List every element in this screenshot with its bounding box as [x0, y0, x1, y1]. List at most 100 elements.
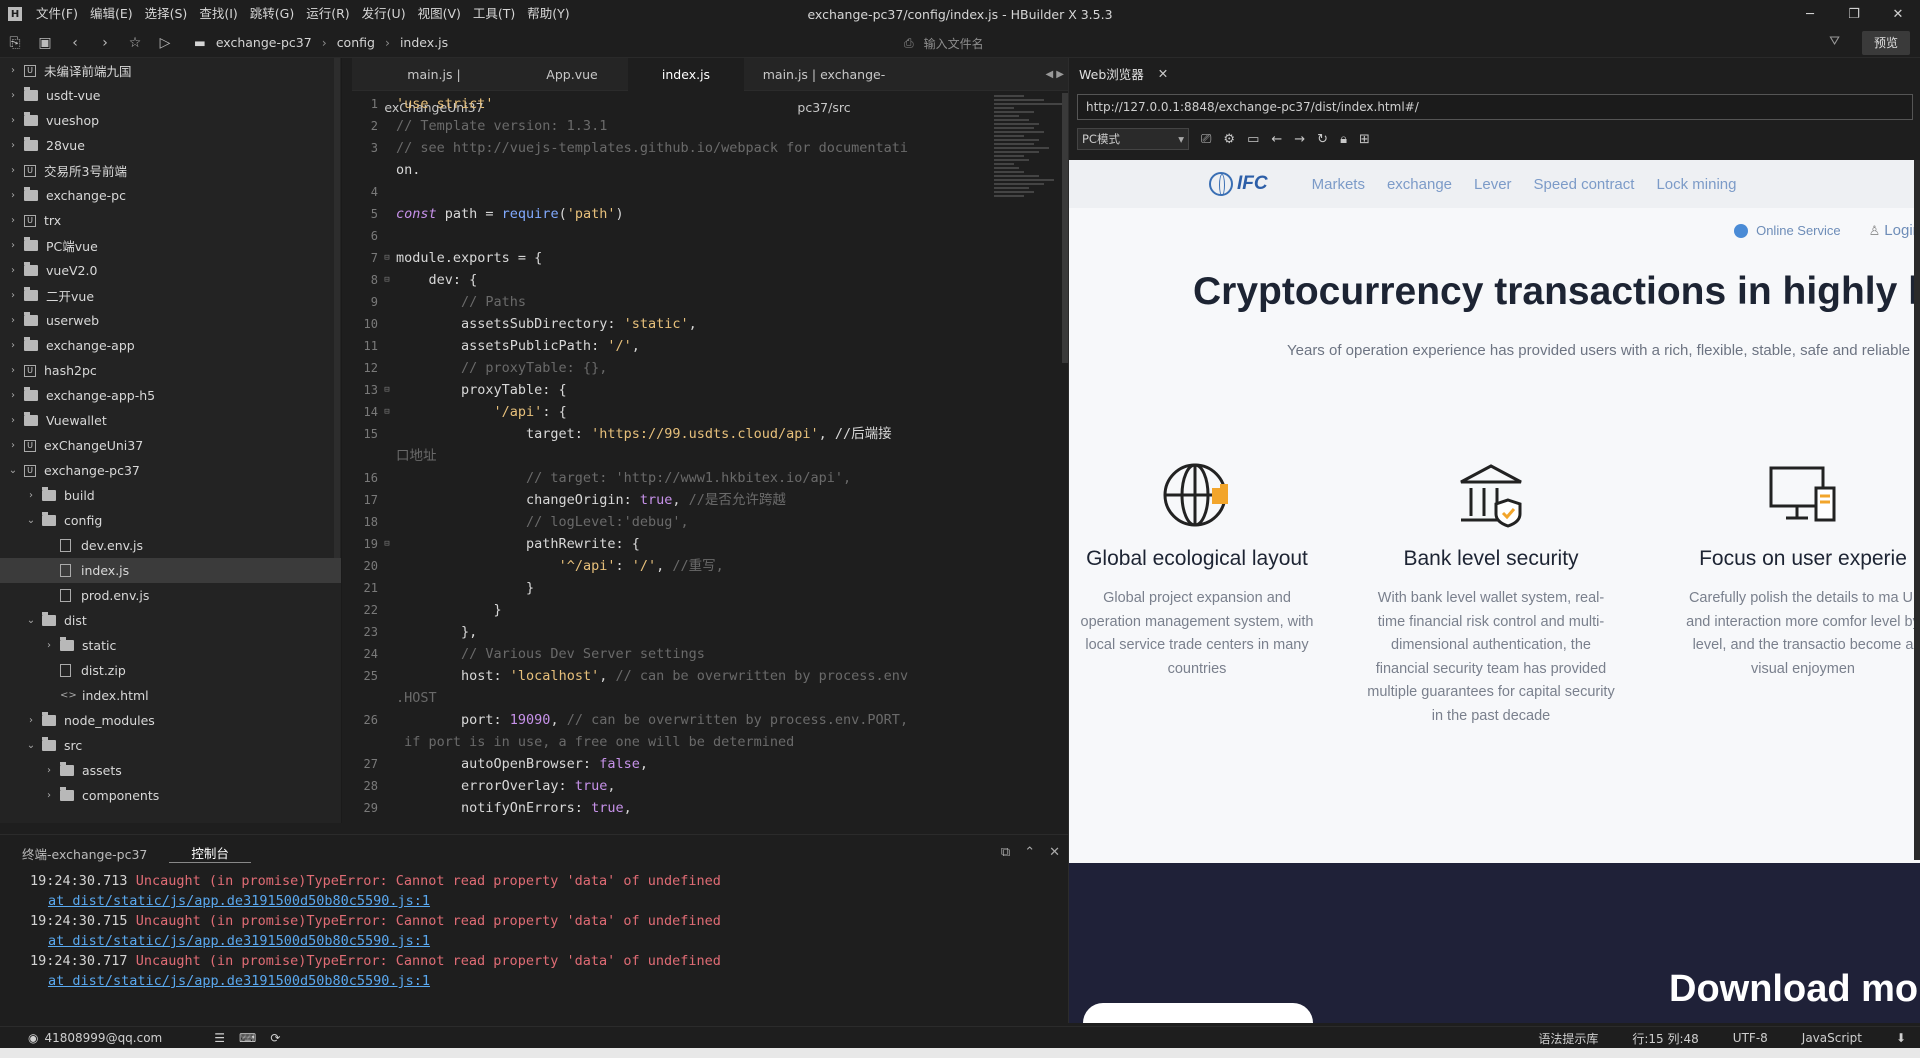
console-tab[interactable]: 控制台: [169, 843, 251, 863]
code-area[interactable]: 1 'use strict' 2 // Template version: 1.3.1…: [352, 93, 982, 823]
download-button[interactable]: [1083, 1003, 1313, 1023]
close-tab-icon[interactable]: ✕: [1158, 66, 1168, 81]
reload-icon[interactable]: ↻: [1317, 132, 1328, 147]
tree-item[interactable]: ⌄ dist: [0, 608, 341, 633]
menu-item[interactable]: 帮助(Y): [521, 0, 575, 28]
run-icon[interactable]: ▷: [150, 35, 180, 51]
fold-toggle-icon[interactable]: ⊟: [378, 379, 396, 401]
chevron-right-icon[interactable]: ›: [6, 65, 20, 76]
menu-item[interactable]: 文件(F): [30, 0, 84, 28]
chevron-right-icon[interactable]: ›: [42, 765, 56, 776]
chevron-right-icon[interactable]: ›: [6, 140, 20, 151]
tree-item[interactable]: › components: [0, 783, 341, 808]
tree-item[interactable]: › exchange-app-h5: [0, 383, 341, 408]
back-arrow-icon[interactable]: ←: [1271, 132, 1282, 147]
forward-icon[interactable]: ›: [90, 35, 120, 51]
tree-item[interactable]: › Vuewallet: [0, 408, 341, 433]
code-line[interactable]: 13 ⊟ proxyTable: {: [352, 379, 982, 401]
menu-item[interactable]: 发行(U): [356, 0, 412, 28]
language-label[interactable]: JavaScript: [1802, 1031, 1862, 1045]
chevron-down-icon[interactable]: ⌄: [6, 465, 20, 476]
code-line[interactable]: 26 port: 19090, // can be overwritten by…: [352, 709, 982, 731]
account-label[interactable]: 41808999@qq.com: [44, 1031, 162, 1045]
nav-lever[interactable]: Lever: [1474, 176, 1512, 193]
code-line[interactable]: 14 ⊟ '/api': {: [352, 401, 982, 423]
code-line[interactable]: 2 // Template version: 1.3.1: [352, 115, 982, 137]
chevron-down-icon[interactable]: ⌄: [24, 515, 38, 526]
menu-item[interactable]: 运行(R): [300, 0, 355, 28]
tree-item[interactable]: › usdt-vue: [0, 83, 341, 108]
code-line[interactable]: 4: [352, 181, 982, 203]
breadcrumb-folder[interactable]: config: [337, 35, 375, 50]
tree-item[interactable]: › U 交易所3号前端: [0, 158, 341, 183]
console-tab[interactable]: 终端-exchange-pc37: [0, 844, 169, 863]
file-search-input[interactable]: 输入文件名: [924, 35, 984, 52]
tree-item[interactable]: › Utrx: [0, 208, 341, 233]
code-line[interactable]: 21 }: [352, 577, 982, 599]
new-file-icon[interactable]: ⎘: [0, 35, 30, 51]
star-icon[interactable]: ☆: [120, 35, 150, 51]
chevron-right-icon[interactable]: ›: [6, 240, 20, 251]
code-line[interactable]: 27 autoOpenBrowser: false,: [352, 753, 982, 775]
chevron-right-icon[interactable]: ›: [42, 640, 56, 651]
code-line[interactable]: 22 }: [352, 599, 982, 621]
tree-item[interactable]: › U 未编译前端九国: [0, 58, 341, 83]
tree-item[interactable]: <> index.html: [0, 683, 341, 708]
console-icon[interactable]: ▭: [1247, 132, 1259, 147]
chevron-right-icon[interactable]: ›: [6, 90, 20, 101]
browser-tab[interactable]: Web浏览器: [1069, 64, 1154, 83]
chevron-right-icon[interactable]: ›: [6, 340, 20, 351]
code-line[interactable]: 8 ⊟ dev: {: [352, 269, 982, 291]
tree-item[interactable]: › build: [0, 483, 341, 508]
tree-item[interactable]: › 二开vue: [0, 283, 341, 308]
chevron-right-icon[interactable]: ›: [6, 115, 20, 126]
code-line[interactable]: 1 'use strict': [352, 93, 982, 115]
chevron-right-icon[interactable]: ›: [6, 215, 20, 226]
tree-item[interactable]: index.js: [0, 558, 341, 583]
minimap[interactable]: [988, 93, 1068, 353]
browser-scrollbar[interactable]: [1914, 160, 1920, 860]
syntax-hint-label[interactable]: 语法提示库: [1538, 1030, 1598, 1047]
tree-item[interactable]: ⌄ Uexchange-pc37: [0, 458, 341, 483]
tree-item[interactable]: ⌄ src: [0, 733, 341, 758]
chevron-right-icon[interactable]: ›: [6, 365, 20, 376]
menu-item[interactable]: 跳转(G): [244, 0, 300, 28]
tree-item[interactable]: › 28vue: [0, 133, 341, 158]
terminal-icon[interactable]: ⌨: [239, 1031, 256, 1045]
sync-icon[interactable]: ⟳: [270, 1031, 280, 1045]
code-line[interactable]: 18 // logLevel:'debug',: [352, 511, 982, 533]
chevron-down-icon[interactable]: ⌄: [24, 740, 38, 751]
code-line[interactable]: 5 const path = require('path'): [352, 203, 982, 225]
editor-tab[interactable]: index.js: [628, 58, 744, 91]
menu-item[interactable]: 工具(T): [467, 0, 521, 28]
tree-item[interactable]: dev.env.js: [0, 533, 341, 558]
chevron-right-icon[interactable]: ›: [24, 715, 38, 726]
tab-scroll-arrows-icon[interactable]: ◀ ▶: [1045, 58, 1064, 91]
code-line[interactable]: if port is in use, a free one will be de…: [352, 731, 982, 753]
settings-icon[interactable]: ⚙: [1223, 132, 1235, 147]
breadcrumb-project[interactable]: exchange-pc37: [216, 35, 312, 50]
code-line[interactable]: 6: [352, 225, 982, 247]
screenshot-icon[interactable]: ⎚: [1201, 132, 1211, 147]
code-line[interactable]: 7 ⊟ module.exports = {: [352, 247, 982, 269]
code-line[interactable]: 24 // Various Dev Server settings: [352, 643, 982, 665]
filter-icon[interactable]: ⛛: [1829, 34, 1840, 49]
fold-toggle-icon[interactable]: ⊟: [378, 269, 396, 291]
code-line[interactable]: 口地址: [352, 445, 982, 467]
menu-item[interactable]: 查找(I): [193, 0, 243, 28]
sidebar-scrollbar[interactable]: [334, 58, 340, 558]
file-search[interactable]: ⎙ 输入文件名: [904, 28, 984, 58]
tree-item[interactable]: › Uhash2pc: [0, 358, 341, 383]
tree-item[interactable]: › UexChangeUni37: [0, 433, 341, 458]
code-line[interactable]: 20 '^/api': '/', //重写,: [352, 555, 982, 577]
code-line[interactable]: 11 assetsPublicPath: '/',: [352, 335, 982, 357]
chevron-right-icon[interactable]: ›: [24, 490, 38, 501]
chevron-right-icon[interactable]: ›: [6, 190, 20, 201]
site-logo[interactable]: IFC: [1209, 172, 1268, 196]
tree-item[interactable]: › vueV2.0: [0, 258, 341, 283]
editor-tab[interactable]: App.vue: [516, 58, 628, 91]
tree-item[interactable]: › static: [0, 633, 341, 658]
tree-item[interactable]: › PC端vue: [0, 233, 341, 258]
menu-item[interactable]: 视图(V): [412, 0, 467, 28]
tree-item[interactable]: ⌄ config: [0, 508, 341, 533]
